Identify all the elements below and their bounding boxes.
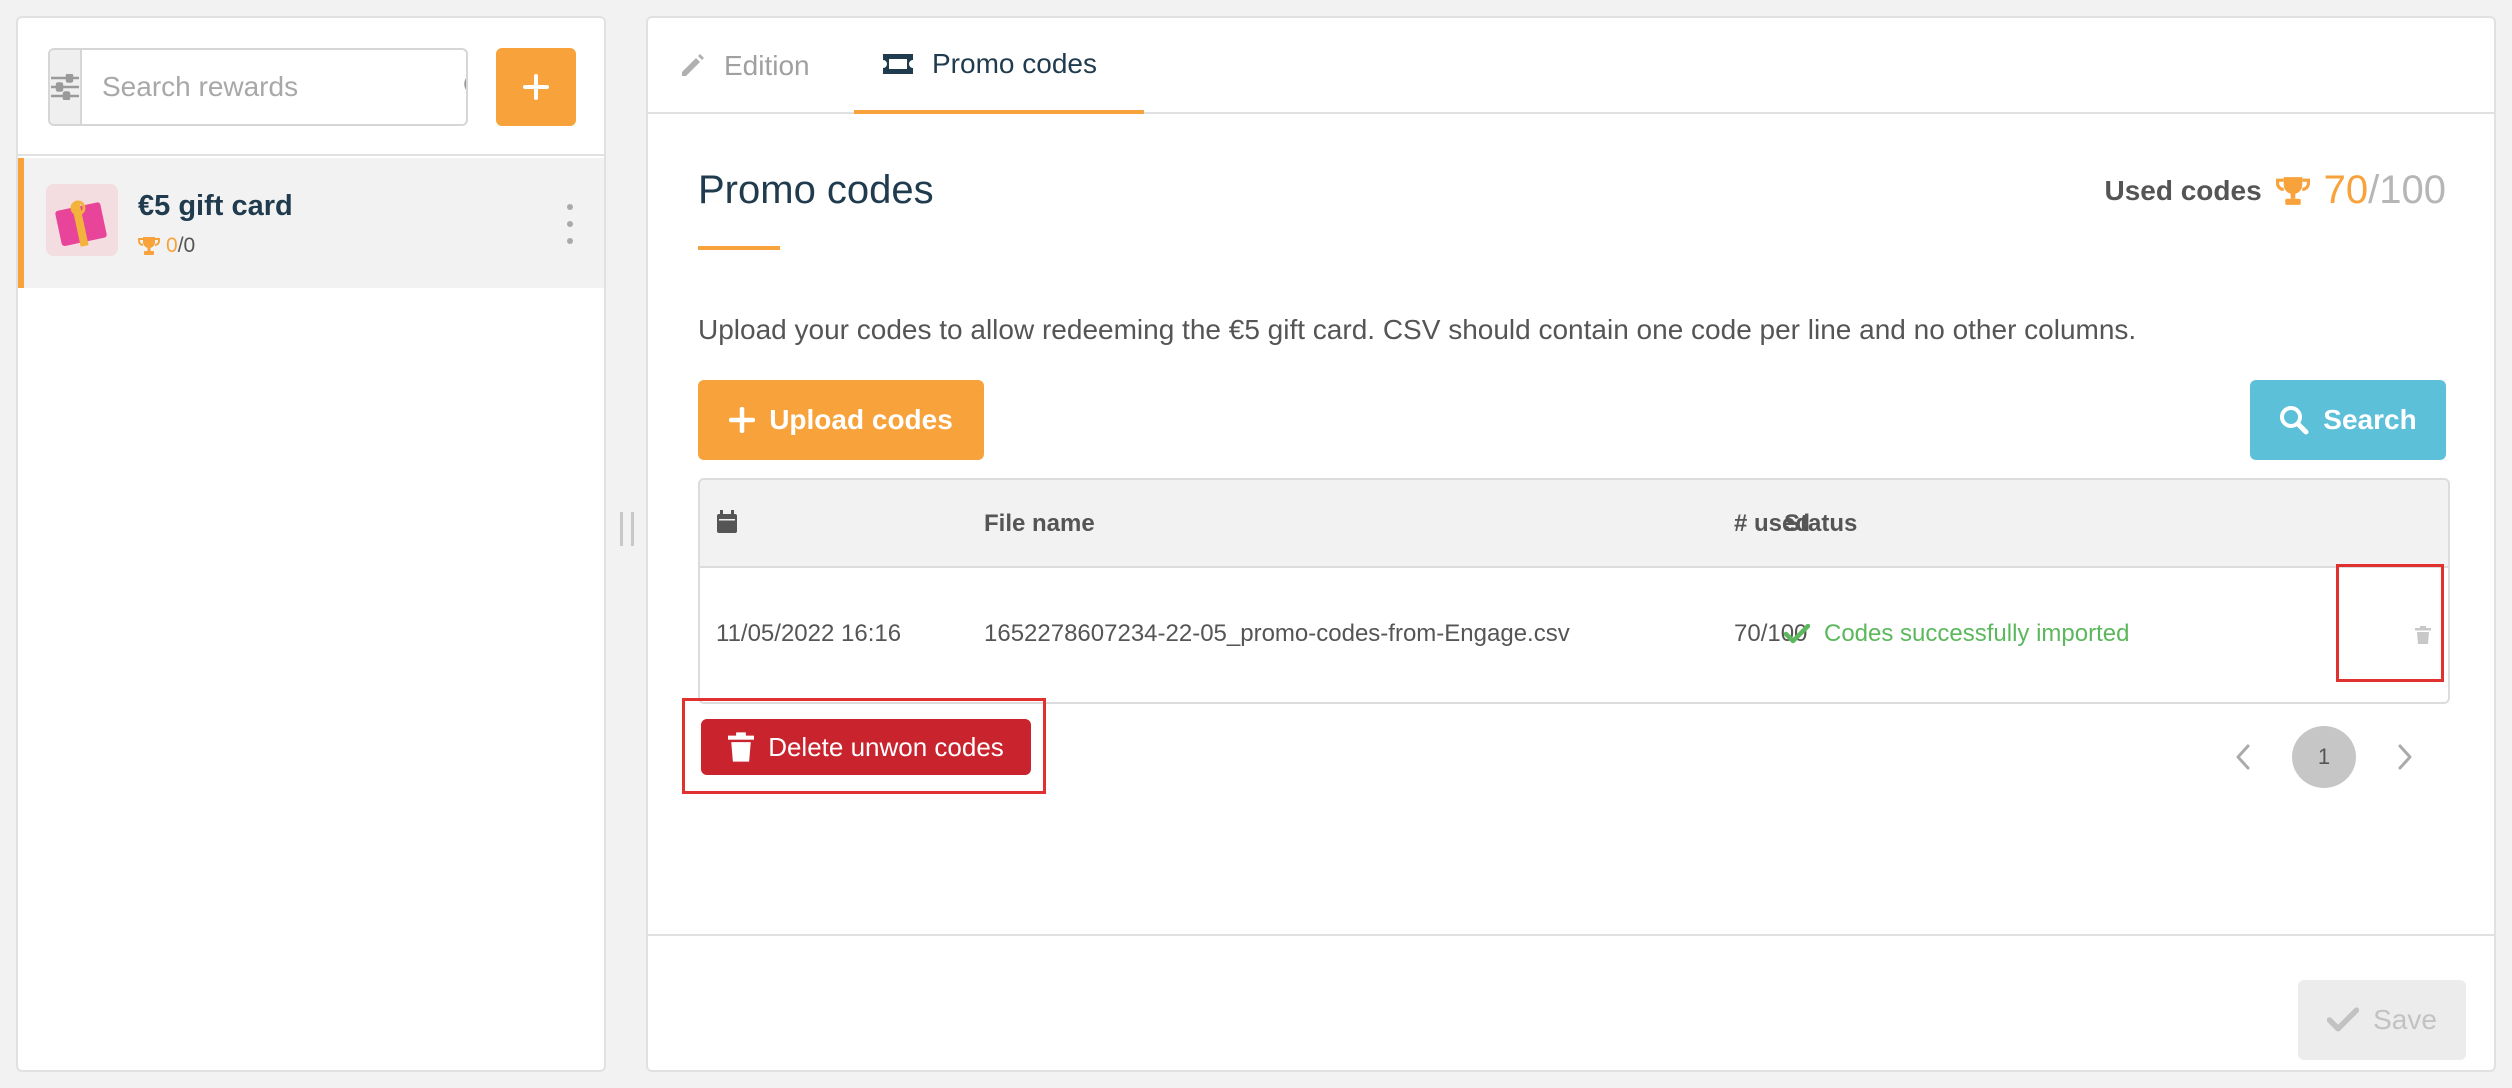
sliders-icon bbox=[51, 74, 79, 100]
delete-unwon-highlight-box: Delete unwon codes bbox=[682, 698, 1046, 794]
upload-status-text: Codes successfully imported bbox=[1824, 620, 2130, 647]
upload-codes-button[interactable]: Upload codes bbox=[698, 380, 984, 460]
gift-card-thumbnail bbox=[46, 184, 118, 256]
used-codes-count: 70 bbox=[2323, 168, 2369, 212]
check-icon bbox=[2327, 1007, 2360, 1032]
delete-unwon-codes-button[interactable]: Delete unwon codes bbox=[701, 719, 1031, 775]
page-title: Promo codes bbox=[698, 168, 934, 212]
plus-icon bbox=[729, 407, 756, 433]
ticket-icon bbox=[883, 54, 913, 74]
reward-won-count: 0 bbox=[166, 234, 178, 257]
upload-date: 11/05/2022 16:16 bbox=[716, 620, 902, 647]
add-reward-button[interactable] bbox=[496, 48, 576, 126]
tab-promo-codes[interactable]: Promo codes bbox=[854, 18, 1144, 114]
search-group bbox=[48, 48, 468, 126]
status-column-header[interactable]: Status bbox=[1784, 510, 1857, 538]
panel-footer: Save bbox=[648, 934, 2494, 1070]
upload-status: Codes successfully imported bbox=[1784, 620, 2129, 648]
trophy-icon bbox=[138, 237, 160, 255]
reward-total-count: 0 bbox=[183, 234, 196, 257]
main-panel: Edition Promo codes Promo codes Used cod… bbox=[646, 16, 2496, 1072]
upload-file-name: 1652278607234-22-05_promo-codes-from-Eng… bbox=[984, 620, 1570, 647]
reward-menu-icon[interactable] bbox=[564, 204, 576, 244]
date-column-header[interactable] bbox=[716, 510, 738, 541]
sidebar-toolbar bbox=[18, 18, 604, 156]
check-icon bbox=[1784, 624, 1810, 644]
used-codes-total: /100 bbox=[2368, 168, 2446, 212]
search-icon[interactable] bbox=[463, 50, 466, 124]
table-header: File name # used Status bbox=[700, 480, 2448, 568]
search-codes-label: Search bbox=[2323, 404, 2417, 435]
reward-title: €5 gift card bbox=[138, 190, 293, 222]
search-icon bbox=[2280, 406, 2309, 435]
table-row: 11/05/2022 16:16 1652278607234-22-05_pro… bbox=[700, 568, 2448, 702]
filter-button[interactable] bbox=[50, 50, 82, 124]
chevron-left-icon[interactable] bbox=[2228, 726, 2258, 788]
rewards-sidebar: €5 gift card 0/0 bbox=[16, 16, 606, 1072]
reward-list-item[interactable]: €5 gift card 0/0 bbox=[18, 158, 604, 288]
upload-codes-label: Upload codes bbox=[769, 404, 953, 435]
search-codes-button[interactable]: Search bbox=[2250, 380, 2446, 460]
used-codes-label: Used codes bbox=[2104, 174, 2262, 206]
calendar-icon bbox=[717, 510, 737, 533]
used-codes-summary: Used codes 70/100 bbox=[2104, 168, 2446, 213]
trophy-icon bbox=[2275, 176, 2310, 205]
panel-resize-handle[interactable] bbox=[620, 512, 634, 546]
uploads-table: File name # used Status 11/05/2022 16:16… bbox=[698, 478, 2450, 704]
tab-bar: Edition Promo codes bbox=[648, 18, 2494, 114]
plus-icon bbox=[523, 74, 549, 100]
reward-stats: 0/0 bbox=[138, 234, 195, 258]
search-rewards-input[interactable] bbox=[82, 50, 463, 124]
file-name-column-header[interactable]: File name bbox=[984, 510, 1095, 538]
pagination: 1 bbox=[2228, 726, 2420, 788]
delete-unwon-codes-label: Delete unwon codes bbox=[768, 731, 1004, 762]
title-underline bbox=[698, 246, 780, 250]
tab-edition[interactable]: Edition bbox=[678, 18, 810, 114]
tab-edition-label: Edition bbox=[724, 50, 810, 81]
upload-description: Upload your codes to allow redeeming the… bbox=[698, 314, 2137, 345]
save-button-label: Save bbox=[2373, 1004, 2437, 1035]
pencil-icon bbox=[682, 54, 704, 76]
tab-promo-codes-label: Promo codes bbox=[932, 48, 1097, 79]
chevron-right-icon[interactable] bbox=[2390, 726, 2420, 788]
save-button[interactable]: Save bbox=[2298, 980, 2466, 1060]
trash-icon bbox=[728, 732, 755, 762]
trash-highlight-box bbox=[2336, 564, 2444, 682]
page-number-current[interactable]: 1 bbox=[2292, 726, 2356, 788]
